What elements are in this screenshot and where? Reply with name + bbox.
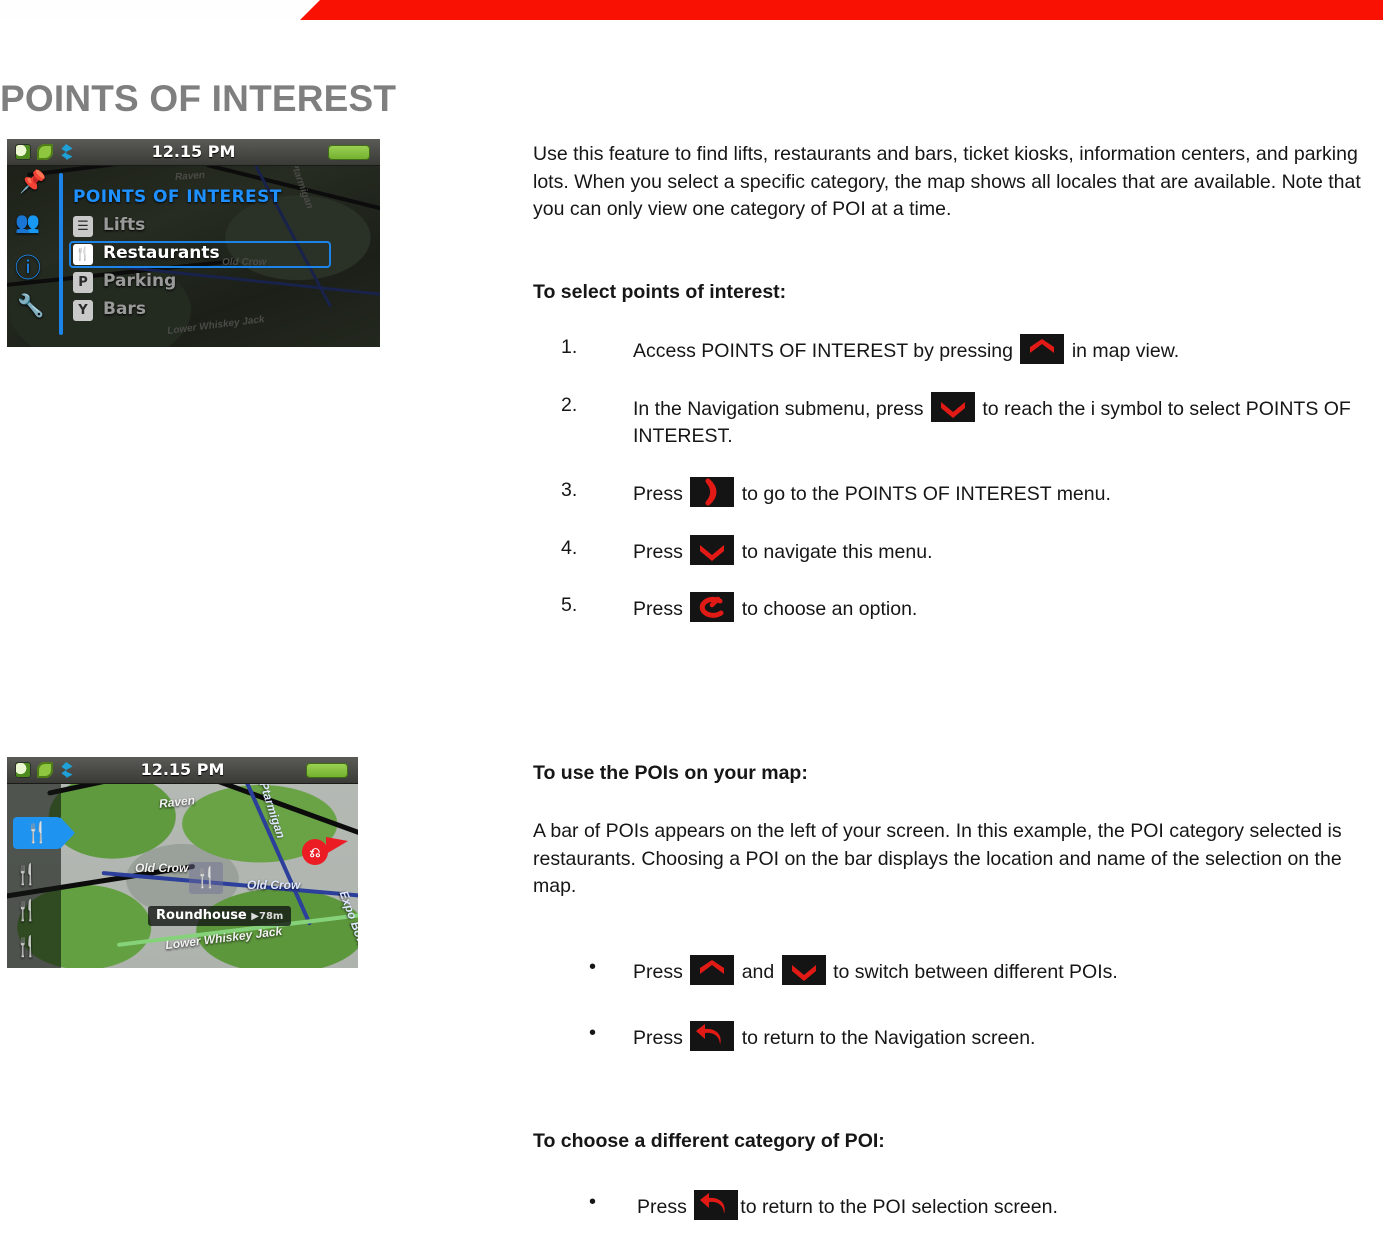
bullet-text-after: to switch between different POIs. <box>833 961 1118 983</box>
map-road <box>47 783 244 796</box>
device-menu-item-bars[interactable]: Y Bars <box>69 297 369 325</box>
category-section-bullets-block: Press to return to the POI selection scr… <box>533 1188 1376 1256</box>
lift-icon: ☰ <box>73 216 93 237</box>
device-menu-item-label: Lifts <box>103 215 146 235</box>
poi-bar-item-selected[interactable]: 🍴 <box>13 817 75 849</box>
restaurant-icon: 🍴 <box>73 244 93 265</box>
category-section-bullet-list: Press to return to the POI selection scr… <box>533 1188 1376 1222</box>
steps-block: Access POINTS OF INTEREST by pressing in… <box>533 334 1376 650</box>
map-poi-marker[interactable]: 🍴 <box>189 862 223 894</box>
map-poi-distance: 78m <box>259 911 284 922</box>
map-label: Raven <box>158 793 196 811</box>
bullet-text-after: to return to the Navigation screen. <box>741 1026 1036 1049</box>
select-poi-subheading-block: To select points of interest: <box>533 279 1376 307</box>
device-menu-list: ☰ Lifts 🍴 Restaurants P Parking Y Bars <box>69 213 369 325</box>
people-icon: 👥 <box>15 212 40 234</box>
intro-paragraph: Use this feature to find lifts, restaura… <box>533 143 1361 221</box>
step-text-before: Press <box>633 483 683 506</box>
map-section-subheading: To use the POIs on your map: <box>533 762 808 784</box>
bullet-text-before: Press <box>633 961 683 983</box>
step-3: Press to go to the POINTS OF INTEREST me… <box>561 477 1376 509</box>
map-label: Lower Whiskey Jack <box>164 923 283 953</box>
map-label: Old Crow <box>247 878 301 892</box>
poi-bar-item[interactable]: 🍴 <box>14 865 39 885</box>
map-label: Old Crow <box>135 861 189 875</box>
step-text-after: in map view. <box>1071 340 1180 362</box>
map-section-paragraph: A bar of POIs appears on the left of you… <box>533 820 1342 898</box>
step-5: Press to choose an option. <box>561 592 1376 624</box>
bullet-text-middle: and <box>741 961 775 983</box>
device-map-screenshot: Raven Ptarmigan Old Crow Old Crow Lower … <box>7 757 358 968</box>
map-poi-name: Roundhouse <box>156 908 247 923</box>
step-text-after: to choose an option. <box>741 598 918 621</box>
chevron-down-key-icon[interactable] <box>930 391 975 422</box>
bullet-text-after: to return to the POI selection screen. <box>740 1196 1058 1218</box>
device-menu-item-label: Parking <box>103 271 177 291</box>
info-icon: ⓘ <box>15 253 42 283</box>
step-text-after: to reach the i symbol to select <box>982 397 1241 420</box>
map-section-subheading-block: To use the POIs on your map: <box>533 760 1376 788</box>
bullet-text-before: Press <box>633 1026 683 1049</box>
step-text-before: Press <box>633 540 683 563</box>
step-4: Press to navigate this menu. <box>561 534 1376 567</box>
chevron-down-key-icon[interactable] <box>781 955 826 985</box>
parking-icon: P <box>73 272 93 293</box>
device-menu-item-label: Bars <box>103 299 146 319</box>
device-menu-item-restaurants[interactable]: 🍴 Restaurants <box>69 241 369 269</box>
back-arrow-key-icon[interactable] <box>690 1020 735 1051</box>
map-poi-distance-arrow: ▶ <box>251 911 259 922</box>
battery-icon <box>306 763 348 778</box>
device-menu-heading: POINTS OF INTEREST <box>73 187 282 207</box>
device-poi-bar[interactable]: 🍴 🍴 🍴 🍴 <box>7 783 75 968</box>
device-menu-item-label: Restaurants <box>103 243 220 263</box>
device-accent-divider <box>59 173 63 335</box>
step-text-before: Access POINTS OF INTEREST by pressing <box>633 340 1013 362</box>
map-road-blue <box>101 871 358 901</box>
select-poi-subheading: To select points of interest: <box>533 281 787 303</box>
map-label: Expo Bowl <box>336 888 358 952</box>
map-section-bullet-list: Press and to switch between different PO… <box>533 953 1376 1053</box>
map-bullet-2: Press to return to the Navigation screen… <box>561 1019 1376 1053</box>
map-poi-callout: Roundhouse ▶78m <box>148 906 292 926</box>
category-bullet-1: Press to return to the POI selection scr… <box>561 1188 1376 1222</box>
bar-icon: Y <box>73 300 93 321</box>
map-label: Raven <box>174 169 206 184</box>
battery-icon <box>328 145 370 160</box>
chevron-right-key-icon[interactable] <box>690 477 735 508</box>
step-text-before: Press <box>633 598 683 621</box>
map-section-paragraph-block: A bar of POIs appears on the left of you… <box>533 818 1376 901</box>
steps-list: Access POINTS OF INTEREST by pressing in… <box>533 334 1376 624</box>
chevron-up-key-icon[interactable] <box>690 955 735 985</box>
poi-bar-item[interactable]: 🍴 <box>14 901 39 921</box>
device-status-bar: 12.15 PM <box>7 139 380 166</box>
step-text-before: In the Navigation submenu, press <box>633 397 924 420</box>
poi-bar-item[interactable]: 🍴 <box>14 937 39 957</box>
device-status-bar: 12.15 PM <box>7 757 358 784</box>
chevron-down-key-icon[interactable] <box>690 534 735 565</box>
category-section-subheading: To choose a different category of POI: <box>533 1130 885 1152</box>
power-select-key-icon[interactable] <box>690 592 735 623</box>
step-text-after: to go to the POINTS OF INTEREST menu. <box>741 483 1111 506</box>
banner-red-stripe <box>300 0 1383 20</box>
bullet-text-before: Press <box>637 1196 687 1218</box>
device-menu-screenshot: Raven Ptarmigan Old Crow Lower Whiskey J… <box>7 139 380 347</box>
page-title: POINTS OF INTEREST <box>0 78 397 119</box>
wrench-icon: 🔧 <box>17 293 45 318</box>
top-banner <box>0 0 1383 20</box>
device-menu-item-lifts[interactable]: ☰ Lifts <box>69 213 369 241</box>
chevron-up-key-icon[interactable] <box>1020 334 1065 364</box>
step-1: Access POINTS OF INTEREST by pressing in… <box>561 334 1376 366</box>
device-menu-item-parking[interactable]: P Parking <box>69 269 369 297</box>
step-text-after: to navigate this menu. <box>741 540 933 563</box>
intro-block: Use this feature to find lifts, restaura… <box>533 141 1376 224</box>
step-2: In the Navigation submenu, press to reac… <box>561 391 1376 451</box>
back-arrow-key-icon[interactable] <box>694 1190 739 1220</box>
map-cursor-icon: ⎌ <box>302 837 348 865</box>
pin-icon: 📌 <box>19 169 47 194</box>
map-bullet-1: Press and to switch between different PO… <box>561 953 1376 987</box>
map-section-bullets-block: Press and to switch between different PO… <box>533 953 1376 1086</box>
status-time: 12.15 PM <box>151 142 236 161</box>
category-section-subheading-block: To choose a different category of POI: <box>533 1128 1376 1156</box>
